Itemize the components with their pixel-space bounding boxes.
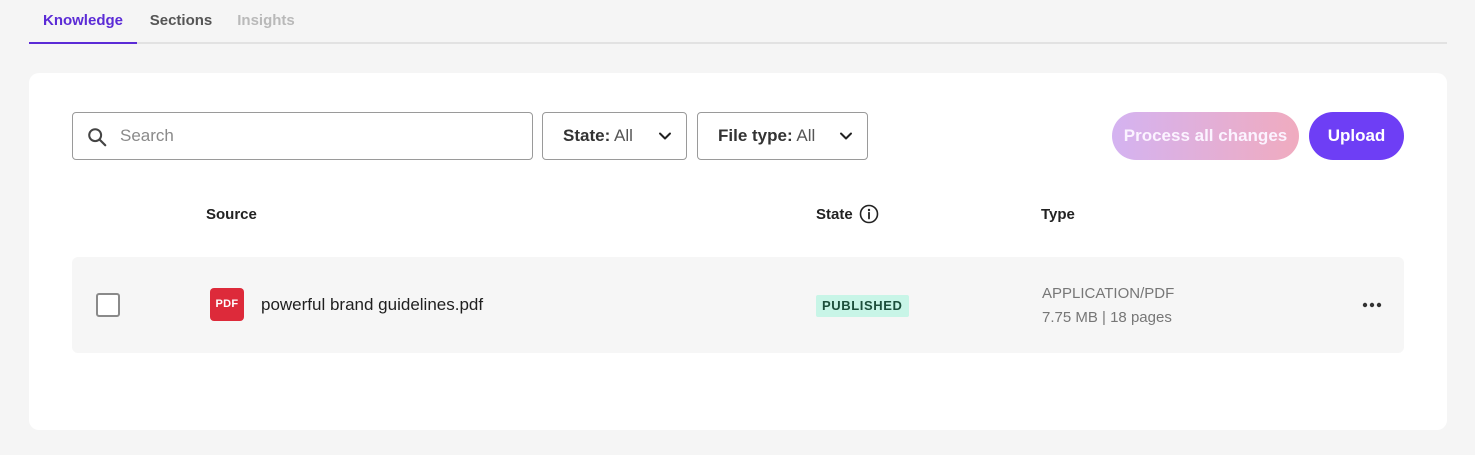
search-box[interactable] [72,112,533,160]
info-icon[interactable] [859,204,879,224]
more-options-icon[interactable] [1360,295,1384,315]
process-all-changes-button[interactable]: Process all changes [1112,112,1299,160]
column-header-type: Type [1041,206,1075,223]
filetype-filter-dropdown[interactable]: File type: All [697,112,868,160]
status-badge: PUBLISHED [816,295,909,317]
search-input[interactable] [120,113,520,159]
chevron-down-icon [840,132,852,140]
upload-button[interactable]: Upload [1309,112,1404,160]
row-checkbox[interactable] [96,293,120,317]
file-name[interactable]: powerful brand guidelines.pdf [261,295,483,315]
state-filter-dropdown[interactable]: State: All [542,112,687,160]
pdf-file-icon: PDF [210,288,244,321]
column-header-source: Source [206,206,257,223]
filetype-filter-label: File type: [718,126,793,145]
table-row[interactable]: PDF powerful brand guidelines.pdf PUBLIS… [72,257,1404,353]
search-icon [88,128,107,147]
file-meta: 7.75 MB | 18 pages [1042,309,1172,326]
tab-bar: Knowledge Sections Insights [29,0,1447,44]
tab-insights[interactable]: Insights [225,0,307,44]
knowledge-card: State: All File type: All Process all ch… [29,73,1447,430]
column-header-state: State [816,206,853,223]
chevron-down-icon [659,132,671,140]
tab-knowledge[interactable]: Knowledge [29,0,137,44]
file-type: APPLICATION/PDF [1042,285,1175,302]
filetype-filter-value: All [796,126,816,145]
state-filter-value: All [614,126,633,145]
state-filter-label: State: [563,126,611,145]
tab-sections[interactable]: Sections [137,0,225,44]
